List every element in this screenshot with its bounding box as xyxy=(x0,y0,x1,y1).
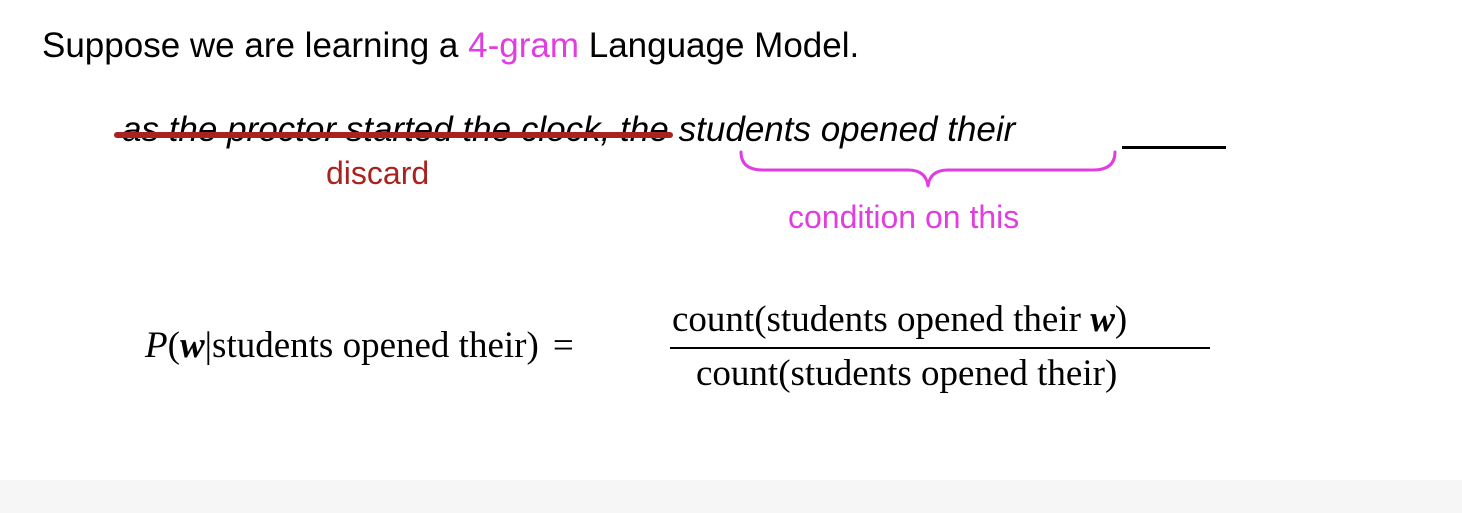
discard-label: discard xyxy=(326,155,430,191)
slide: Suppose we are learning a 4-gram Languag… xyxy=(0,0,1462,513)
word-variable: w xyxy=(179,325,205,366)
conditional-bar: | xyxy=(204,325,213,366)
numerator-text: count(students opened their xyxy=(672,299,1091,340)
lhs-context: students opened their xyxy=(212,325,527,366)
headline-prefix: Suppose we are learning a xyxy=(42,26,469,65)
slide-headline: Suppose we are learning a 4-gram Languag… xyxy=(42,22,859,70)
discarded-text: as the proctor started the clock, the xyxy=(122,110,669,149)
fraction-bar xyxy=(670,347,1210,349)
lhs-close-paren: ) xyxy=(526,325,539,366)
numerator-close-paren: ) xyxy=(1114,299,1128,340)
blank-word-line xyxy=(1122,146,1226,149)
example-sentence: as the proctor started the clock, the stu… xyxy=(114,106,1016,154)
lhs-open-paren: ( xyxy=(167,325,180,366)
kept-context: students opened their xyxy=(678,110,1016,149)
numerator-word-variable: w xyxy=(1090,299,1115,340)
fraction-numerator: count(students opened their w) xyxy=(672,298,1127,342)
headline-highlight: 4-gram xyxy=(468,26,579,65)
prob-symbol: P xyxy=(145,325,168,366)
strikethrough-line xyxy=(114,132,673,138)
equation-lhs: P(w|students opened their) = xyxy=(145,324,574,368)
headline-suffix: Language Model. xyxy=(579,26,860,65)
condition-label: condition on this xyxy=(788,199,1020,235)
bottom-band xyxy=(0,480,1462,513)
curly-brace-icon xyxy=(739,150,1117,188)
fraction-denominator: count(students opened their) xyxy=(696,353,1118,394)
discarded-context: as the proctor started the clock, the xyxy=(114,110,673,149)
equals-sign: = xyxy=(552,325,574,366)
